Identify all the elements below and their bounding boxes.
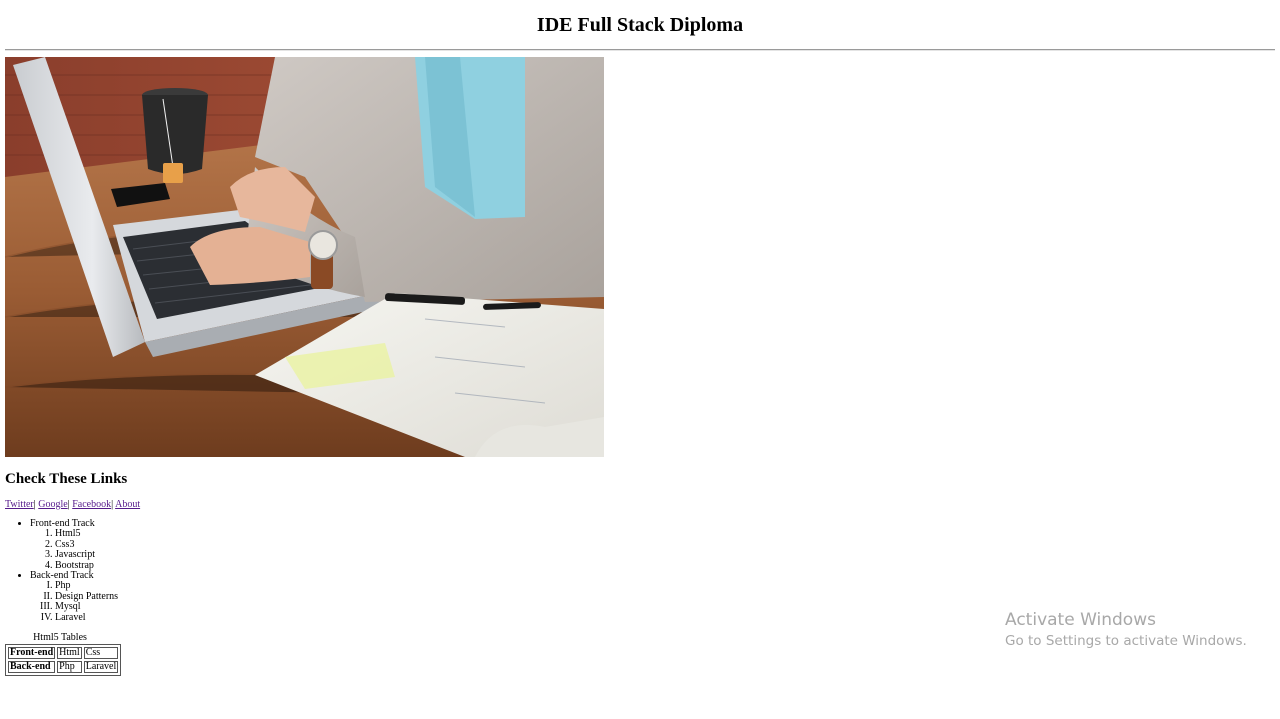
list-item: Laravel bbox=[55, 612, 118, 623]
link-separator: | bbox=[33, 499, 36, 510]
horizontal-rule bbox=[5, 49, 1275, 51]
frontend-topics-list: Html5 Css3 Javascript Bootstrap bbox=[30, 528, 118, 571]
backend-topics-list: Php Design Patterns Mysql Laravel bbox=[30, 581, 118, 623]
table-row: Back-end Php Laravel bbox=[8, 661, 119, 673]
table-row-header: Back-end bbox=[8, 661, 56, 673]
table-caption: Html5 Tables bbox=[33, 632, 87, 643]
table-row-header: Front-end bbox=[8, 647, 56, 659]
links-heading: Check These Links bbox=[5, 471, 128, 487]
google-link[interactable]: Google bbox=[38, 499, 67, 510]
watermark-subtitle: Go to Settings to activate Windows. bbox=[1005, 633, 1247, 649]
table-row: Front-end Html Css bbox=[8, 647, 119, 659]
about-link[interactable]: About bbox=[115, 499, 140, 510]
tracks-table: Front-end Html Css Back-end Php Laravel bbox=[5, 644, 122, 676]
link-separator: | bbox=[67, 499, 70, 510]
twitter-link[interactable]: Twitter bbox=[5, 499, 34, 510]
facebook-link[interactable]: Facebook bbox=[72, 499, 111, 510]
track-label: Front-end Track bbox=[30, 518, 95, 529]
track-label: Back-end Track bbox=[30, 570, 94, 582]
hero-photo bbox=[5, 57, 604, 457]
table-cell: Php bbox=[57, 661, 82, 673]
page-title: IDE Full Stack Diploma bbox=[536, 14, 744, 36]
tracks-list: Front-end Track Html5 Css3 Javascript Bo… bbox=[5, 518, 118, 623]
track-item-backend: Back-end Track Php Design Patterns Mysql… bbox=[30, 570, 118, 623]
link-row: Twitter| Google| Facebook| About bbox=[5, 498, 140, 512]
table-cell: Html bbox=[57, 647, 82, 659]
table-cell: Laravel bbox=[83, 661, 119, 673]
watermark-title: Activate Windows bbox=[1005, 610, 1156, 630]
table-cell: Css bbox=[83, 647, 119, 659]
track-item-frontend: Front-end Track Html5 Css3 Javascript Bo… bbox=[30, 518, 118, 571]
activation-watermark: Activate Windows Go to Settings to activ… bbox=[1005, 608, 1247, 650]
link-separator: | bbox=[111, 499, 114, 510]
